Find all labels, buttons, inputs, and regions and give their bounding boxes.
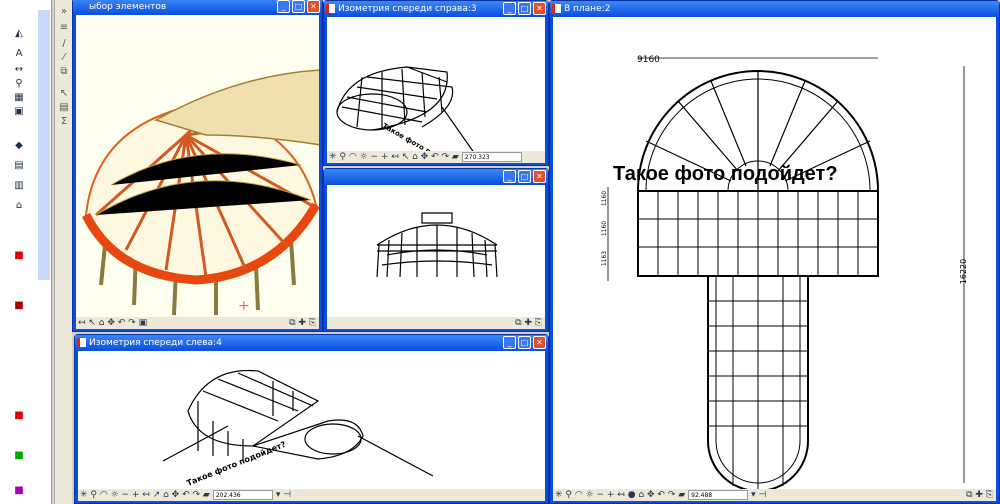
view-toolbar: ✳ ⚲ ◠ ☼ − + ↤ ● ⌂ ✥ ↶ ↷ ▰ 92.488 ▾ ⊣ ⧉ ✚ ⎘ — [553, 489, 996, 501]
dimension-length: 16220 — [959, 258, 969, 285]
view-options-icons[interactable]: ⧉ ✚ ⎘ — [289, 317, 319, 329]
app-icon — [552, 4, 561, 13]
pin-icon[interactable]: ▾ ⊣ — [276, 489, 291, 501]
lines-icon[interactable]: ≡ — [58, 22, 70, 34]
view-toolbar: ✳ ⚲ ◠ ☼ − + ↤ ↗ ⌂ ✥ ↶ ↷ ▰ 202.436 ▾ ⊣ — [78, 489, 545, 501]
view-options-icons[interactable]: ⧉ ✚ ⎘ — [966, 489, 996, 501]
toolbar-icons[interactable]: ✳ ⚲ ◠ ☼ − + ↤ ● ⌂ ✥ ↶ ↷ ▰ — [555, 489, 685, 501]
iso-left-canvas[interactable]: Такое фото подойдет? — [78, 351, 545, 489]
label-tool-icon[interactable]: ⌂ — [13, 200, 25, 212]
secondary-toolbar: » ≡ / ⁄ ⧉ ↖ ▤ Σ — [54, 0, 72, 504]
window-front-view[interactable]: _ □ ✕ ⧉ ✚ ⎘ — [323, 168, 549, 332]
window-title: Изометрия спереди слева:4 — [89, 338, 222, 348]
dimension-tool-icon[interactable]: ↔ — [13, 64, 25, 76]
document-icon[interactable]: ▤ — [58, 102, 70, 114]
plan-drawing — [607, 57, 965, 489]
zoom-scale-select[interactable]: 270.323 — [461, 152, 522, 162]
app-icon — [77, 338, 86, 347]
close-button[interactable]: ✕ — [533, 336, 546, 349]
wall-tool-icon[interactable]: ◭ — [13, 28, 25, 40]
window-3d-view[interactable]: ыбор элементов _ □ ✕ + ↤ ↖ ⌂ ✥ ↶ ↷ ▣ ⧉ ✚ ⎘ — [72, 0, 323, 332]
maximize-button[interactable]: □ — [518, 2, 531, 15]
front-canvas[interactable] — [327, 185, 545, 317]
maximize-button[interactable]: □ — [518, 336, 531, 349]
copy-icon[interactable]: ⧉ — [58, 66, 70, 78]
polyline-icon[interactable]: ⁄ — [58, 52, 70, 64]
dimension-width: 9160 — [637, 55, 660, 65]
expand-icon[interactable]: » — [58, 6, 70, 18]
toolbar-icons[interactable]: ✳ ⚲ ◠ ☼ − + ↤ ↖ ⌂ ✥ ↶ ↷ ▰ — [329, 151, 459, 163]
dimension-segment: 1160 — [601, 220, 609, 237]
minimize-button[interactable]: _ — [503, 2, 516, 15]
pin-icon[interactable]: ▾ ⊣ — [751, 489, 766, 501]
iso-left-wireframe: Такое фото подойдет? — [162, 369, 434, 488]
camera-tool-icon[interactable]: ◆ — [13, 140, 25, 152]
window-title: Изометрия спереди справа:3 — [338, 4, 477, 14]
rotated-label: Такое фото подойдет? — [185, 440, 287, 488]
view-toolbar: ✳ ⚲ ◠ ☼ − + ↤ ↖ ⌂ ✥ ↶ ↷ ▰ 270.323 — [327, 151, 545, 163]
zoom-scale-select[interactable]: 202.436 — [212, 490, 273, 500]
zone-tool-icon[interactable]: ■ — [13, 450, 25, 462]
close-button[interactable]: ✕ — [533, 2, 546, 15]
dimension-segment: 1160 — [601, 190, 609, 207]
origin-marker: + — [238, 298, 250, 314]
3d-model-render: + — [81, 69, 319, 316]
close-button[interactable]: ✕ — [533, 170, 546, 183]
window-title: ыбор элементов — [89, 2, 167, 12]
list-tool-icon[interactable]: ▥ — [13, 180, 25, 192]
mesh-tool-icon[interactable]: ■ — [13, 485, 25, 497]
toolbar-icons[interactable]: ↤ ↖ ⌂ ✥ ↶ ↷ ▣ — [78, 317, 147, 329]
minimize-button[interactable]: _ — [277, 0, 290, 13]
fill-tool-icon[interactable]: ■ — [13, 410, 25, 422]
layer-tool-icon[interactable]: ■ — [13, 300, 25, 312]
minimize-button[interactable]: _ — [503, 336, 516, 349]
zoom-tool-icon[interactable]: ⚲ — [13, 78, 25, 90]
overlay-caption: Такое фото подойдет? — [613, 163, 838, 185]
view-toolbar: ⧉ ✚ ⎘ — [327, 317, 545, 329]
line-icon[interactable]: / — [58, 38, 70, 50]
grid-tool-icon[interactable]: ▤ — [13, 160, 25, 172]
toolbar-icons[interactable]: ✳ ⚲ ◠ ☼ − + ↤ ↗ ⌂ ✥ ↶ ↷ ▰ — [80, 489, 210, 501]
view-toolbar: ↤ ↖ ⌂ ✥ ↶ ↷ ▣ ⧉ ✚ ⎘ — [76, 317, 319, 329]
maximize-button[interactable]: □ — [518, 170, 531, 183]
iso-right-canvas[interactable]: Такое фото подойдет? — [327, 17, 545, 151]
minimize-button[interactable]: _ — [503, 170, 516, 183]
tool-palette: ◭ A ↔ ⚲ ▦ ▣ ◆ ▤ ▥ ⌂ ■ ■ ■ ■ ■ — [0, 0, 52, 504]
plan-canvas[interactable]: 9160 16220 1160 1160 1163 — [553, 17, 996, 489]
palette-scrollbar[interactable] — [38, 10, 50, 280]
detail-tool-icon[interactable]: ▣ — [13, 106, 25, 118]
app-icon — [326, 4, 335, 13]
3d-canvas[interactable]: + — [76, 15, 319, 317]
window-iso-left[interactable]: Изометрия спереди слева:4 _ □ ✕ Такое фото… — [74, 334, 549, 504]
sum-icon[interactable]: Σ — [58, 116, 70, 128]
window-plan[interactable]: В плане:2 9160 16220 1160 1160 1163 ✳ ⚲ … — [549, 0, 1000, 504]
front-wireframe — [376, 212, 498, 278]
window-iso-right[interactable]: Изометрия спереди справа:3 _ □ ✕ Такое фот… — [323, 0, 549, 166]
section-tool-icon[interactable]: ▦ — [13, 92, 25, 104]
zoom-scale-select[interactable]: 92.488 — [688, 490, 749, 500]
window-title: В плане:2 — [564, 4, 611, 14]
maximize-button[interactable]: □ — [292, 0, 305, 13]
text-tool-icon[interactable]: A — [13, 48, 25, 60]
close-button[interactable]: ✕ — [307, 0, 320, 13]
dimension-segment: 1163 — [601, 250, 609, 267]
view-options-icons[interactable]: ⧉ ✚ ⎘ — [515, 317, 545, 329]
iso-right-wireframe: Такое фото подойдет? — [336, 66, 474, 151]
object-tool-icon[interactable]: ■ — [13, 250, 25, 262]
pointer-icon[interactable]: ↖ — [58, 88, 70, 100]
